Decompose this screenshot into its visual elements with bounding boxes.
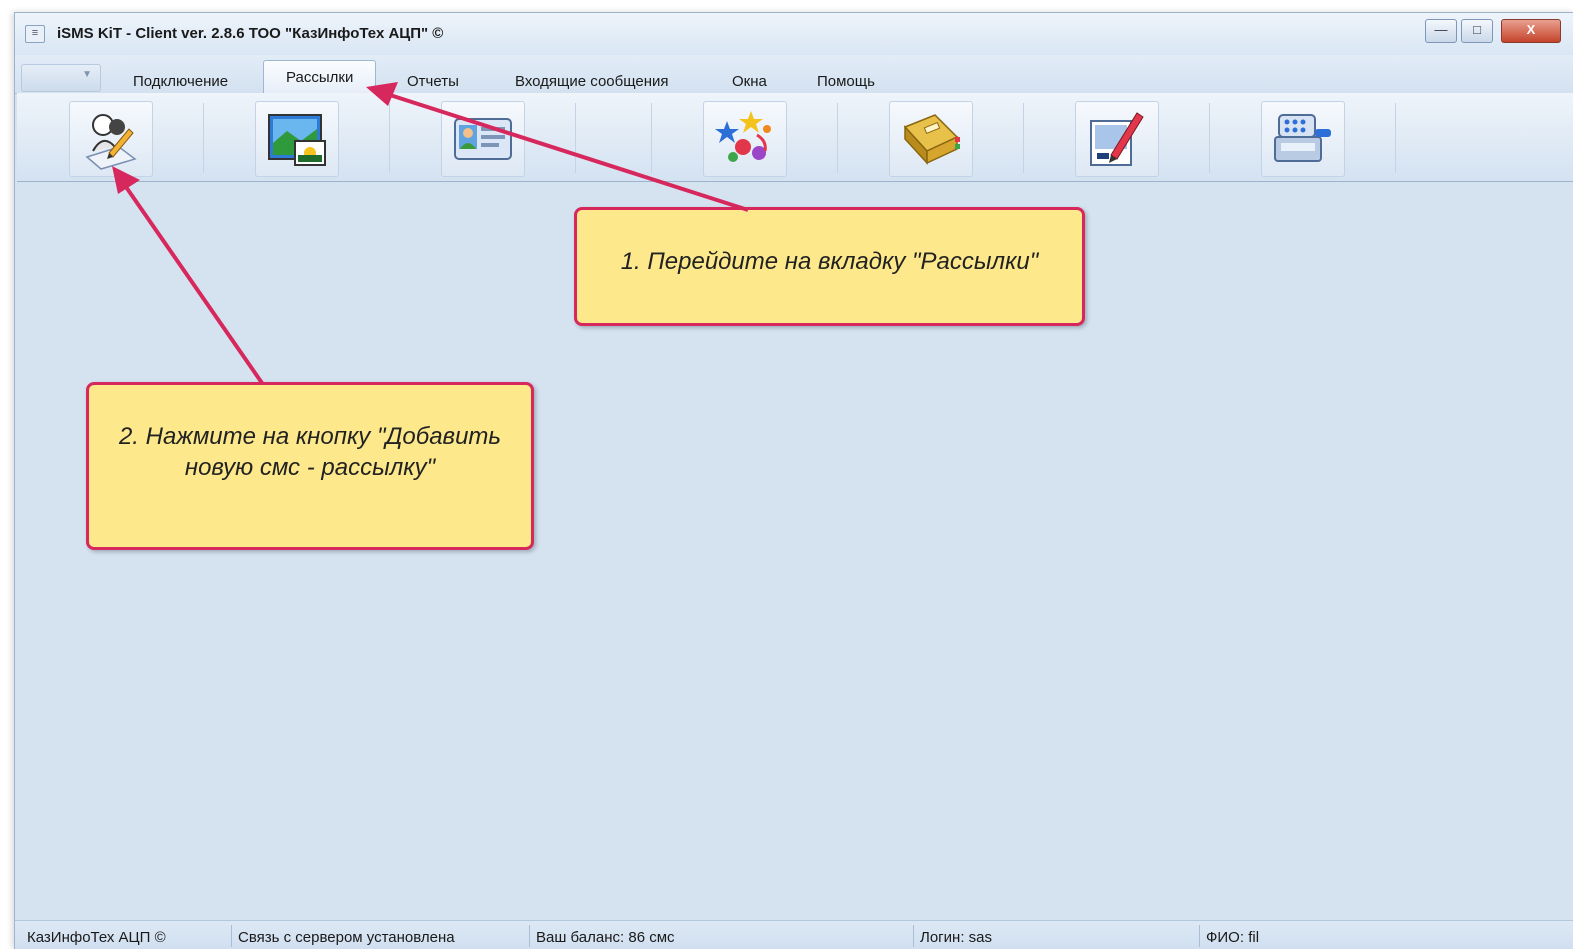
arrow-to-add-mailing-button — [112, 166, 264, 385]
arrow-to-rassylki-tab — [366, 82, 749, 212]
annotation-arrows — [112, 82, 749, 385]
